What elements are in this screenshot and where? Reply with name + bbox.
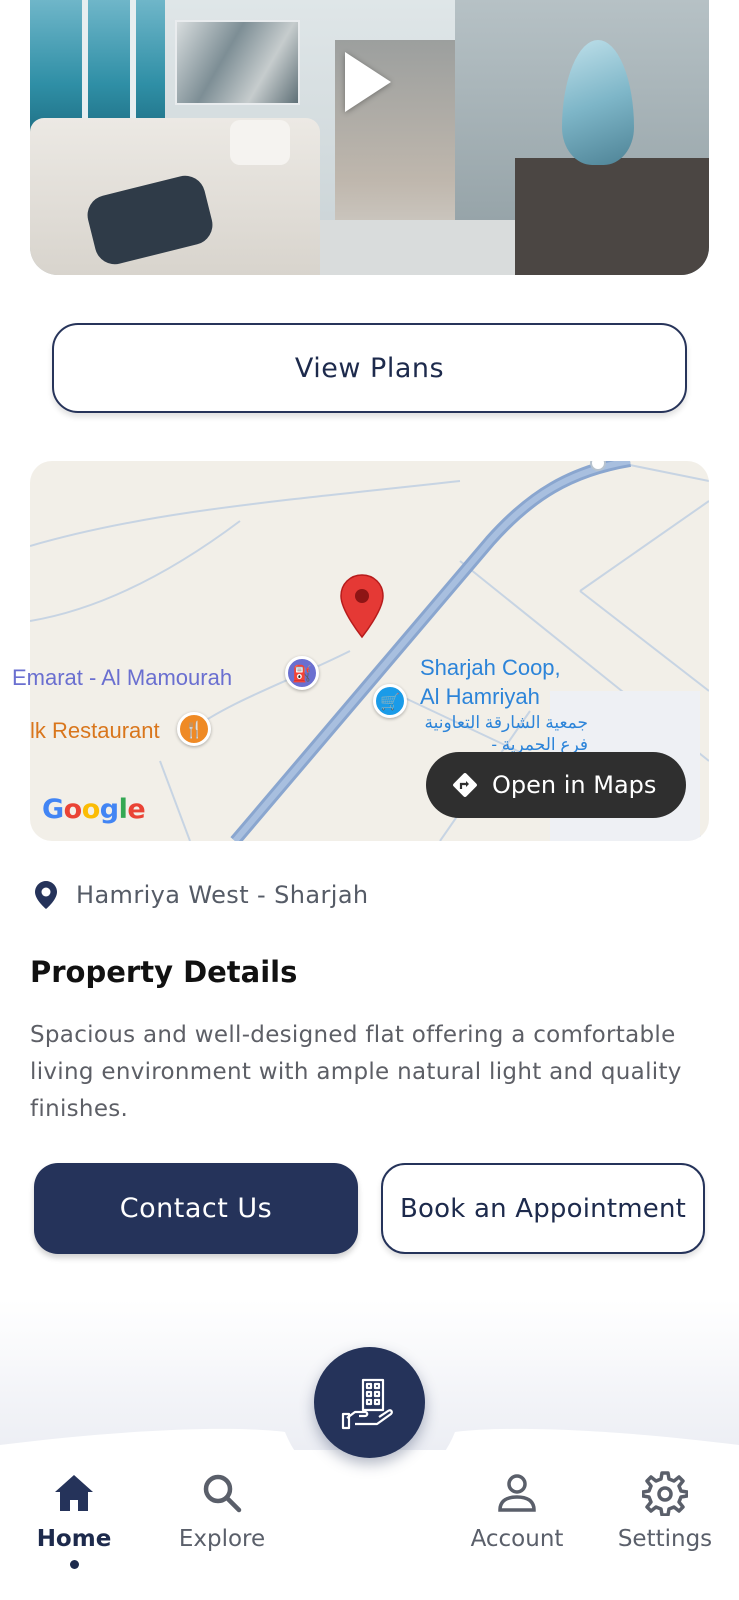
restaurant-icon: 🍴 bbox=[177, 712, 211, 746]
wall-artwork bbox=[175, 20, 300, 105]
nav-account[interactable]: Account bbox=[447, 1470, 587, 1552]
nav-settings[interactable]: Settings bbox=[595, 1470, 735, 1552]
map-label-coop-arabic: جمعية الشارقة التعاونية فرع الحمرية - bbox=[424, 713, 588, 754]
open-in-maps-button[interactable]: Open in Maps bbox=[426, 752, 686, 818]
play-icon[interactable] bbox=[345, 52, 391, 112]
location-marker-icon bbox=[340, 574, 384, 639]
google-logo: Google bbox=[42, 794, 146, 825]
shopping-cart-icon: 🛒 bbox=[373, 684, 407, 718]
properties-fab-button[interactable] bbox=[314, 1347, 425, 1458]
location-text: Hamriya West - Sharjah bbox=[76, 881, 369, 909]
nav-home-label: Home bbox=[36, 1526, 112, 1552]
nav-account-label: Account bbox=[470, 1526, 564, 1552]
property-location: Hamriya West - Sharjah bbox=[34, 880, 369, 910]
view-plans-button[interactable]: View Plans bbox=[52, 323, 687, 413]
map-label-coop: Sharjah Coop, Al Hamriyah bbox=[420, 655, 561, 709]
map-pin-icon bbox=[35, 881, 57, 909]
nav-home[interactable]: Home bbox=[4, 1470, 144, 1569]
property-description: Spacious and well-designed flat offering… bbox=[30, 1022, 682, 1122]
map-label-restaurant: lk Restaurant bbox=[30, 718, 160, 743]
nav-settings-label: Settings bbox=[617, 1526, 713, 1552]
building-hand-icon bbox=[341, 1378, 393, 1429]
property-details-title: Property Details bbox=[30, 955, 298, 989]
property-video[interactable] bbox=[30, 0, 709, 275]
directions-icon bbox=[453, 773, 477, 797]
nav-explore-label: Explore bbox=[178, 1526, 266, 1552]
search-icon bbox=[203, 1474, 242, 1513]
user-icon bbox=[498, 1474, 536, 1512]
home-icon bbox=[55, 1475, 93, 1511]
book-appointment-button[interactable]: Book an Appointment bbox=[381, 1163, 705, 1254]
nav-explore[interactable]: Explore bbox=[152, 1470, 292, 1552]
gear-icon bbox=[642, 1471, 688, 1516]
active-indicator-dot bbox=[69, 1560, 79, 1569]
map-label-emarat: Emarat - Al Mamourah bbox=[12, 665, 233, 690]
contact-us-button[interactable]: Contact Us bbox=[34, 1163, 358, 1254]
fuel-station-icon: ⛽ bbox=[285, 656, 319, 690]
